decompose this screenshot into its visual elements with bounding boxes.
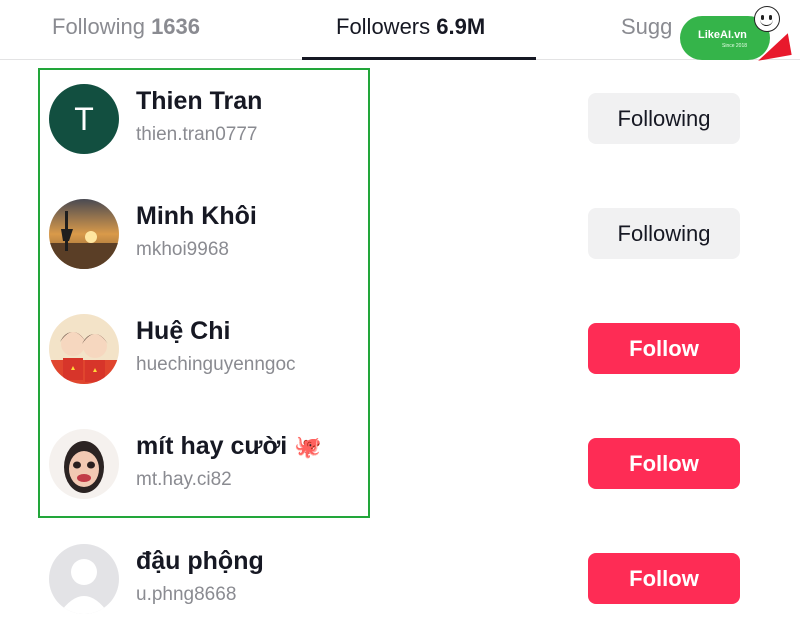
tab-followers-label: Followers [336,14,431,39]
highlight-box [38,68,370,518]
smiley-icon [754,6,780,32]
avatar[interactable] [49,544,119,614]
active-tab-underline [302,57,536,60]
red-flag-icon [754,33,792,61]
following-button[interactable]: Following [588,93,740,144]
tab-following-count: 1636 [151,14,201,39]
following-button[interactable]: Following [588,208,740,259]
tab-followers[interactable]: Followers 6.9M [336,14,485,40]
user-handle: u.phng8668 [136,584,237,605]
tab-suggested-label: Sugg [621,14,673,39]
likeai-logo: LikeAI.vn Since 2018 [676,6,794,66]
tab-following[interactable]: Following 1636 [52,14,200,40]
user-name[interactable]: đậu phộng [136,547,264,576]
default-user-icon [49,544,119,614]
logo-small-text: Since 2018 [722,43,748,49]
follow-button[interactable]: Follow [588,438,740,489]
tab-following-label: Following [52,14,145,39]
follow-button[interactable]: Follow [588,323,740,374]
logo-text: LikeAI.vn [698,29,747,41]
follow-button[interactable]: Follow [588,553,740,604]
tab-followers-count: 6.9M [436,14,486,39]
tab-suggested[interactable]: Sugg [621,14,672,40]
follower-row: đậu phộng u.phng8668 Follow [0,522,800,625]
